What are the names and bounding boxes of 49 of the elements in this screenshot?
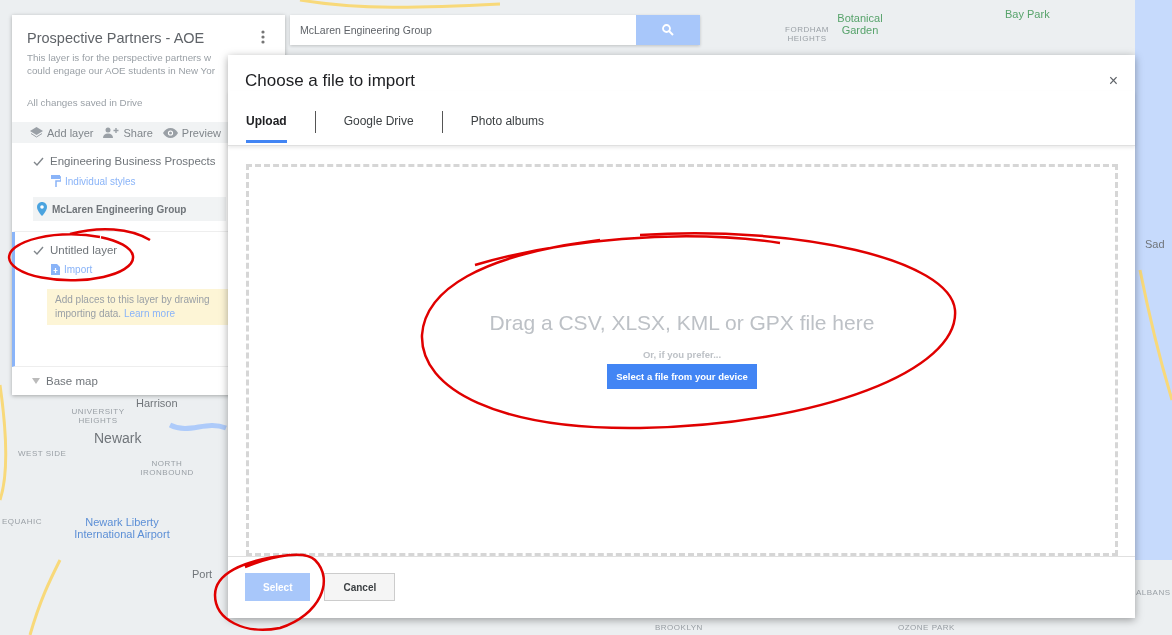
map-label: OZONE PARK xyxy=(898,624,955,633)
layer-name[interactable]: Untitled layer xyxy=(50,244,118,256)
layer-name[interactable]: Engineering Business Prospects xyxy=(50,155,216,167)
map-description: This layer is for the perspective partners w xyxy=(27,52,213,65)
drop-instructions: Drag a CSV, XLSX, KML or GPX file here xyxy=(489,311,875,335)
map-label: Sad xyxy=(1145,238,1165,251)
layer-checkbox[interactable] xyxy=(33,155,44,167)
map-label: FORDHAM HEIGHTS xyxy=(784,26,830,44)
source-tab[interactable]: Photo albums xyxy=(470,113,545,143)
eye-icon xyxy=(162,127,178,138)
toolbar-action[interactable]: Preview xyxy=(162,126,221,139)
source-tab[interactable]: Google Drive xyxy=(343,113,414,143)
map-label: Newark xyxy=(94,431,142,447)
map-label: NORTH IRONBOUND xyxy=(139,460,195,478)
map-label: UNIVERSITY HEIGHTS xyxy=(70,408,126,426)
layers-icon xyxy=(30,127,43,139)
map-label: Harrison xyxy=(136,397,178,410)
search-icon xyxy=(662,24,674,36)
map-label: EQUAHIC xyxy=(2,518,42,527)
search-field[interactable]: McLaren Engineering Group xyxy=(290,15,636,45)
map-label: BROOKLYN xyxy=(655,624,703,633)
dialog-title: Choose a file to import xyxy=(245,71,416,91)
source-tab[interactable]: Upload xyxy=(246,113,287,143)
file-import-icon xyxy=(51,264,60,275)
more-options-icon[interactable] xyxy=(261,30,265,44)
map-description: could engage our AOE students in New Yor xyxy=(27,64,216,78)
map-label: Bay Park xyxy=(1005,8,1050,21)
map-pin-icon xyxy=(37,202,47,216)
layer-hint: Add places to this layer by drawing importing data. Learn more xyxy=(47,289,228,325)
map-title: Prospective Partners - AOE xyxy=(27,30,205,46)
layer-checkbox[interactable] xyxy=(33,244,44,256)
add-person-icon xyxy=(103,127,120,139)
paint-roller-icon xyxy=(51,175,61,187)
map-label: Newark Liberty International Airport xyxy=(73,516,171,541)
map-label: Botanical Garden xyxy=(836,12,884,37)
map-label: WEST SIDE xyxy=(18,450,67,459)
dialog-button[interactable]: Cancel xyxy=(324,573,396,601)
caret-icon xyxy=(32,378,40,384)
toolbar-action[interactable]: Add layer xyxy=(30,126,94,139)
map-label: ALBANS xyxy=(1136,589,1171,598)
alternative-text: Or, if you prefer... xyxy=(642,349,722,360)
drop-zone[interactable]: Drag a CSV, XLSX, KML or GPX file here Or, if you prefer... Select a file from your device xyxy=(246,164,1118,556)
select-file-button[interactable]: Select a file from your device xyxy=(607,364,757,389)
place-name: McLaren Engineering Group xyxy=(52,203,187,215)
save-status: All changes saved in Drive xyxy=(27,97,144,109)
place-item[interactable]: McLaren Engineering Group xyxy=(33,197,226,221)
toolbar-action[interactable]: Share xyxy=(103,126,153,139)
close-button[interactable]: × xyxy=(1108,72,1118,90)
map-label: Port xyxy=(192,568,213,581)
